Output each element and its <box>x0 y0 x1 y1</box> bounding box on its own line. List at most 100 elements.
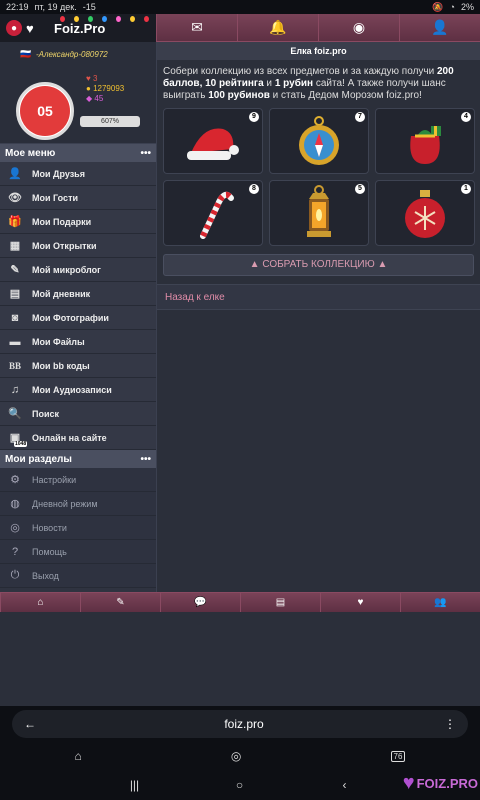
wifi-icon: ◔ <box>449 2 455 12</box>
home-button-icon[interactable]: ○ <box>187 778 292 792</box>
sidebar-item-help[interactable]: ? Помощь <box>0 540 156 564</box>
news-icon: ◎ <box>10 522 20 534</box>
sidebar-item-diary[interactable]: ▤ Мой дневник <box>0 282 156 306</box>
watermark-text: FOIZ.PRO <box>416 775 478 791</box>
sidebar-item-settings[interactable]: ⚙ Настройки <box>0 468 156 492</box>
lantern-icon <box>307 185 331 237</box>
url-field[interactable]: ← foiz.pro ⋮ <box>12 710 468 738</box>
sidebar-item-photos[interactable]: ◙ Мои Фотографии <box>0 306 156 330</box>
collection-description: Собери коллекцию из всех предметов и за … <box>157 60 480 102</box>
santa-hat-icon <box>187 128 239 160</box>
sidebar-item-label: Мои Гости <box>32 192 79 203</box>
music-icon: ♫ <box>10 383 20 396</box>
item-count: 5 <box>355 184 365 194</box>
pencil-icon[interactable]: ✎ <box>80 593 160 612</box>
section-title: Мои разделы <box>5 453 72 465</box>
bb-icon: BB <box>8 360 21 371</box>
sidebar-item-daymode[interactable]: ◍ Дневной режим <box>0 492 156 516</box>
book-icon: ▤ <box>9 288 21 300</box>
ruby-icon: ◆ <box>86 94 93 103</box>
book-icon[interactable]: ▤ <box>240 593 320 612</box>
profile-card: 🇷🇺 -Александр-080972 05 ♥ 3 ● 1279093 ◆ … <box>0 42 156 144</box>
sidebar-item-microblog[interactable]: ✎ Мой микроблог <box>0 258 156 282</box>
site-logo[interactable]: ● ♥ Foiz.Pro <box>0 14 156 42</box>
coin-icon: ● <box>86 84 91 93</box>
avatar[interactable]: 05 <box>16 82 74 140</box>
help-icon: ? <box>11 545 19 558</box>
collect-collection-button[interactable]: ▲ СОБРАТЬ КОЛЛЕКЦИЮ ▲ <box>163 254 474 276</box>
sidebar-item-label: Мои Открытки <box>32 240 97 251</box>
profile-name[interactable]: -Александр-080972 <box>36 50 108 59</box>
home-icon[interactable]: ⌂ <box>0 593 80 612</box>
sidebar-item-cards[interactable]: ▦ Мои Открытки <box>0 234 156 258</box>
up-arrow-icon: ▲ <box>249 259 260 270</box>
collect-button-label: СОБРАТЬ КОЛЛЕКЦИЮ <box>262 259 375 270</box>
sidebar-item-bbcodes[interactable]: BB Мои bb коды <box>0 354 156 378</box>
online-count-badge: 1048 <box>14 441 28 447</box>
browser-nav: ⌂ ◎ 76 <box>0 742 480 770</box>
up-arrow-icon: ▲ <box>377 259 388 270</box>
item-lantern[interactable]: 5 <box>269 180 369 246</box>
sidebar-item-label: Мой микроблог <box>32 264 101 275</box>
sidebar-item-guests[interactable]: 👁 Мои Гости <box>0 186 156 210</box>
camera-shutter-icon[interactable]: ◎ <box>231 749 241 763</box>
chat-icon[interactable]: 💬 <box>160 593 240 612</box>
item-gift-bag[interactable]: 4 <box>375 108 475 174</box>
recent-apps-icon[interactable]: ||| <box>82 778 187 792</box>
browser-url-bar: ← foiz.pro ⋮ <box>0 706 480 742</box>
flag-icon: 🇷🇺 <box>20 49 32 59</box>
user-icon[interactable]: 👤 <box>399 14 480 41</box>
home-icon[interactable]: ⌂ <box>75 749 82 763</box>
status-date: пт, 19 дек. <box>34 2 77 12</box>
mute-icon: 🔕 <box>432 1 444 12</box>
sidebar-item-audio[interactable]: ♫ Мои Аудиозаписи <box>0 378 156 402</box>
item-candy-cane[interactable]: 8 <box>163 180 263 246</box>
sidebar-item-gifts[interactable]: 🎁 Мои Подарки <box>0 210 156 234</box>
status-bar: 22:19 пт, 19 дек. -15 🔕 ◔ 2% <box>0 0 480 14</box>
back-to-tree-link[interactable]: Назад к елке <box>157 284 480 310</box>
compass-icon <box>299 116 339 165</box>
watermark-logo: ♥ FOIZ.PRO <box>403 768 478 798</box>
heart-logo-icon: ♥ <box>26 20 34 36</box>
sidebar-item-online[interactable]: ▣ 1048 Онлайн на сайте <box>0 426 156 450</box>
stat-rubies: 45 <box>94 94 104 103</box>
garland-decoration <box>60 16 152 24</box>
group-icon[interactable]: 👥 <box>400 593 480 612</box>
sidebar-item-label: Мои Друзья <box>32 168 85 179</box>
item-count: 8 <box>249 184 259 194</box>
mail-icon[interactable]: ✉ <box>156 14 237 41</box>
desc-bold: 100 рубинов <box>208 90 270 101</box>
item-count: 7 <box>355 112 365 122</box>
section-my-sections: Мои разделы ••• <box>0 450 156 468</box>
status-temp: -15 <box>82 2 96 12</box>
back-arrow-icon[interactable]: ← <box>24 717 44 731</box>
desc-text: Собери коллекцию из всех предметов и за … <box>163 66 435 77</box>
sidebar-item-friends[interactable]: 👤 Мои Друзья <box>0 162 156 186</box>
gift-bag-icon <box>410 126 441 164</box>
sidebar-item-label: Мои Файлы <box>32 336 85 347</box>
sidebar-item-files[interactable]: ▬ Мои Файлы <box>0 330 156 354</box>
sidebar-item-search[interactable]: 🔍 Поиск <box>0 402 156 426</box>
item-santa-hat[interactable]: 9 <box>163 108 263 174</box>
sidebar-item-label: Новости <box>32 522 67 533</box>
back-button-icon[interactable]: ‹ <box>292 778 397 792</box>
page-title: Елка foiz.pro <box>157 42 480 60</box>
menu-kebab-icon[interactable]: ⋮ <box>444 717 456 731</box>
top-bar: ● ♥ Foiz.Pro ✉ 🔔 ◉ 👤 <box>0 14 480 42</box>
bell-icon[interactable]: 🔔 <box>237 14 318 41</box>
grid-icon: ▦ <box>9 240 21 252</box>
sidebar-item-logout[interactable]: ⏻ Выход <box>0 564 156 588</box>
sidebar-item-label: Поиск <box>32 408 60 419</box>
item-ornament[interactable]: 1 <box>375 180 475 246</box>
sidebar-item-label: Дневной режим <box>32 498 98 509</box>
item-compass[interactable]: 7 <box>269 108 369 174</box>
rss-icon[interactable]: ◉ <box>318 14 399 41</box>
desc-text: и <box>263 78 275 89</box>
gift-icon: 🎁 <box>8 216 22 228</box>
tabs-count[interactable]: 76 <box>390 750 406 762</box>
more-icon[interactable]: ••• <box>140 454 151 465</box>
sidebar-item-news[interactable]: ◎ Новости <box>0 516 156 540</box>
empty-area <box>0 612 480 706</box>
more-icon[interactable]: ••• <box>140 148 151 159</box>
heart-icon[interactable]: ♥ <box>320 593 400 612</box>
